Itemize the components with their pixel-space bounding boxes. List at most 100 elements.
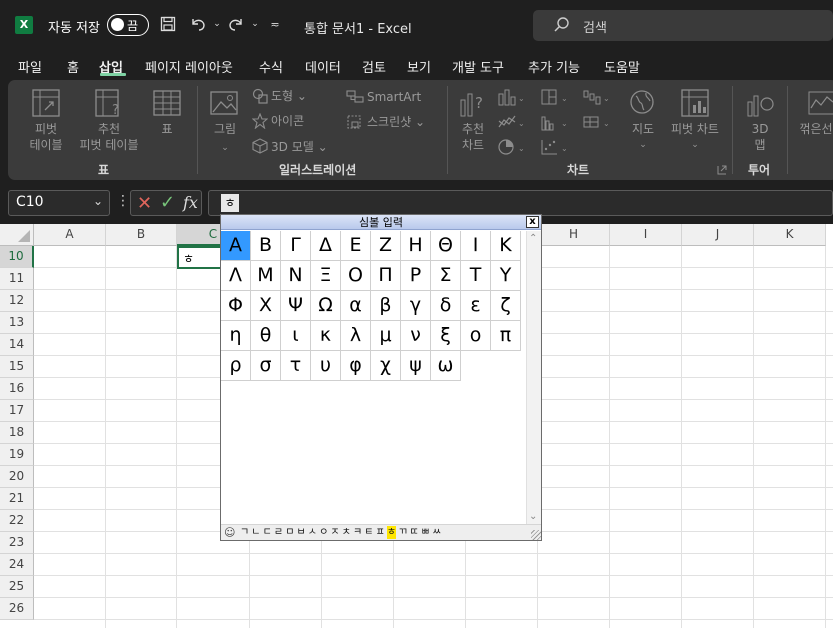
symbol-scrollbar[interactable]: ⌃ ⌄ [526, 231, 541, 524]
symbol-cell[interactable]: Ι [461, 231, 491, 261]
smartart-button[interactable]: SmartArt [367, 89, 421, 105]
symbol-cell[interactable]: σ [251, 351, 281, 381]
jamo-category-item[interactable]: ㅇ [319, 526, 328, 539]
3d-map-button[interactable]: 3D 맵 [745, 121, 775, 153]
row-header-17[interactable]: 17 [0, 400, 34, 422]
row-header-25[interactable]: 25 [0, 576, 34, 598]
column-chart-icon[interactable]: ⌄ [497, 88, 525, 110]
row-header-10[interactable]: 10 [0, 246, 34, 268]
column-header-a[interactable]: A [34, 224, 106, 246]
symbol-cell[interactable]: ξ [431, 321, 461, 351]
jamo-category-item[interactable]: ㅆ [432, 526, 441, 539]
symbol-cell[interactable]: ι [281, 321, 311, 351]
insert-function-icon[interactable]: fx [183, 193, 198, 212]
symbol-cell[interactable]: θ [251, 321, 281, 351]
autosave-toggle[interactable]: 끔 [107, 14, 149, 36]
3d-models-button[interactable]: 3D 모델 ⌄ [271, 139, 328, 155]
symbol-cell[interactable]: υ [311, 351, 341, 381]
undo-icon[interactable] [188, 14, 208, 34]
symbol-cell[interactable]: ω [431, 351, 461, 381]
screenshot-button[interactable]: 스크린샷 ⌄ [367, 114, 425, 130]
tab-developer[interactable]: 개발 도구 [452, 57, 504, 76]
symbol-cell[interactable]: ο [461, 321, 491, 351]
column-header-h[interactable]: H [538, 224, 610, 246]
jamo-category-item[interactable]: ㅁ [285, 526, 294, 539]
search-box[interactable]: 검색 [533, 10, 833, 41]
symbol-cell[interactable]: ν [401, 321, 431, 351]
row-header-13[interactable]: 13 [0, 312, 34, 334]
line-chart-icon[interactable]: ⌄ [497, 113, 527, 135]
symbol-cell[interactable]: Π [371, 261, 401, 291]
symbol-cell[interactable]: Η [401, 231, 431, 261]
jamo-category-item[interactable]: ㅂ [297, 526, 306, 539]
pictures-button[interactable]: 그림 [209, 121, 241, 137]
column-header-j[interactable]: J [682, 224, 754, 246]
jamo-category-item[interactable]: ㅊ [342, 526, 351, 539]
pivot-chart-button[interactable]: 피벗 차트 [667, 121, 723, 137]
emoji-category-icon[interactable]: ☺ [224, 526, 235, 539]
row-header-11[interactable]: 11 [0, 268, 34, 290]
jamo-category-item[interactable]: ㅈ [330, 526, 339, 539]
jamo-category-item[interactable]: ㅅ [308, 526, 317, 539]
resize-grip-icon[interactable] [531, 530, 541, 540]
row-header-12[interactable]: 12 [0, 290, 34, 312]
name-box-chevron-icon[interactable]: ⌄ [93, 194, 103, 208]
symbol-cell[interactable]: Ψ [281, 291, 311, 321]
enter-icon[interactable]: ✓ [160, 192, 175, 213]
symbol-cell[interactable]: κ [311, 321, 341, 351]
symbol-cell[interactable]: Ξ [311, 261, 341, 291]
pie-chart-icon[interactable]: ⌄ [497, 138, 527, 160]
symbol-cell[interactable]: π [491, 321, 521, 351]
redo-dropdown-chevron-icon[interactable]: ⌄ [245, 14, 265, 34]
jamo-category-item[interactable]: ㄴ [251, 526, 260, 539]
symbol-cell[interactable]: Β [251, 231, 281, 261]
row-header-15[interactable]: 15 [0, 356, 34, 378]
symbol-cell[interactable]: μ [371, 321, 401, 351]
cancel-icon[interactable]: ✕ [137, 193, 152, 214]
jamo-category-item[interactable]: ㅍ [376, 526, 385, 539]
symbol-cell[interactable]: Χ [251, 291, 281, 321]
combo-chart-icon[interactable]: ⌄ [582, 113, 612, 135]
formula-input[interactable]: ㅎ [208, 190, 833, 216]
symbol-cell[interactable]: Ε [341, 231, 371, 261]
symbol-cell[interactable]: ζ [491, 291, 521, 321]
recommended-charts-button[interactable]: 추천 차트 [457, 121, 489, 153]
row-header-19[interactable]: 19 [0, 444, 34, 466]
row-header-24[interactable]: 24 [0, 554, 34, 576]
jamo-category-item[interactable]: ㅋ [353, 526, 362, 539]
sparkline-line-button[interactable]: 꺾은선 [799, 121, 833, 137]
jamo-category-item[interactable]: ㄸ [410, 526, 419, 539]
recommended-pivot-button[interactable]: 추천 피벗 테이블 [74, 121, 144, 153]
save-icon[interactable] [158, 14, 178, 34]
symbol-cell[interactable]: Γ [281, 231, 311, 261]
jamo-category-item[interactable]: ㄱ [240, 526, 249, 539]
row-header-14[interactable]: 14 [0, 334, 34, 356]
symbol-cell[interactable]: Φ [221, 291, 251, 321]
symbol-cell[interactable]: χ [371, 351, 401, 381]
select-all-button[interactable] [0, 224, 34, 246]
row-header-20[interactable]: 20 [0, 466, 34, 488]
jamo-category-item[interactable]: ㄹ [274, 526, 283, 539]
scroll-down-icon[interactable]: ⌄ [529, 511, 537, 522]
symbol-cell[interactable]: Λ [221, 261, 251, 291]
tab-view[interactable]: 보기 [407, 57, 431, 76]
scroll-up-icon[interactable]: ⌃ [529, 233, 537, 244]
symbol-cell[interactable]: Ζ [371, 231, 401, 261]
row-header-22[interactable]: 22 [0, 510, 34, 532]
jamo-category-item[interactable]: ㅌ [364, 526, 373, 539]
symbol-cell[interactable]: η [221, 321, 251, 351]
symbol-cell[interactable]: Θ [431, 231, 461, 261]
symbol-cell[interactable]: Τ [461, 261, 491, 291]
symbol-cell[interactable]: λ [341, 321, 371, 351]
symbol-cell[interactable]: Α [221, 231, 251, 261]
name-box[interactable]: C10 ⌄ [8, 190, 110, 216]
row-header-23[interactable]: 23 [0, 532, 34, 554]
tab-add-ins[interactable]: 추가 기능 [528, 57, 580, 76]
symbol-cell[interactable]: Δ [311, 231, 341, 261]
waterfall-chart-icon[interactable]: ⌄ [582, 88, 612, 110]
jamo-category-item[interactable]: ㄲ [398, 526, 407, 539]
tab-page-layout[interactable]: 페이지 레이아웃 [145, 57, 233, 76]
jamo-category-item[interactable]: ㅎ [386, 526, 397, 539]
jamo-category-item[interactable]: ㄷ [263, 526, 272, 539]
hierarchy-chart-icon[interactable]: ⌄ [540, 88, 570, 110]
